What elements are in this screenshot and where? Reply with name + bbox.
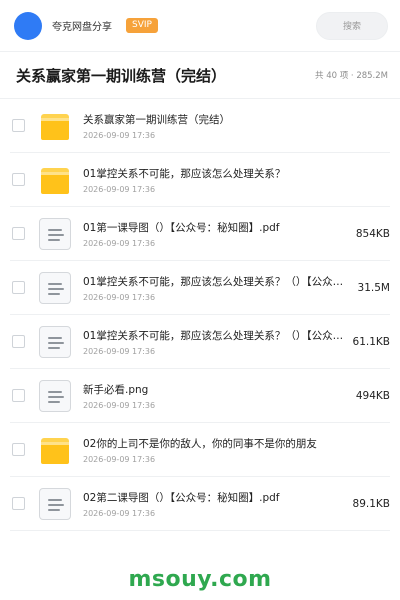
page-title: 关系赢家第一期训练营（完结）	[16, 66, 227, 85]
share-page: 夸克网盘分享 SVIP 搜索 关系赢家第一期训练营（完结） 共 40 项 · 2…	[0, 0, 400, 600]
file-date: 2026-09-09 17:36	[83, 400, 156, 410]
folder-icon	[39, 434, 71, 466]
file-name[interactable]: 新手必看.png	[83, 382, 350, 397]
file-name[interactable]: 01掌控关系不可能，那应该怎么处理关系？（）【公众号：秘知圈】.mp3	[83, 274, 352, 289]
list-item[interactable]: 01第一课导图（）【公众号：秘知圈】.pdf 2026-09-09 17:36 85…	[10, 207, 390, 261]
file-date: 2026-09-09 17:36	[83, 454, 156, 464]
folder-icon	[39, 164, 71, 196]
file-date: 2026-09-09 17:36	[83, 238, 156, 248]
folder-icon	[39, 110, 71, 142]
search-placeholder: 搜索	[342, 22, 361, 32]
top-bar: 夸克网盘分享 SVIP 搜索	[0, 0, 400, 52]
file-name[interactable]: 01掌控关系不可能，那应该怎么处理关系？	[83, 166, 376, 181]
file-list: 关系赢家第一期训练营（完结） 2026-09-09 17:36 01掌控关系不可能，…	[0, 99, 400, 531]
file-date: 2026-09-09 17:36	[83, 508, 156, 518]
folder-summary: 共 40 项 · 285.2M	[315, 71, 388, 81]
file-info: 新手必看.png 2026-09-09 17:36	[83, 382, 350, 410]
file-name[interactable]: 01掌控关系不可能，那应该怎么处理关系？（）【公众号：秘知圈】.txt	[83, 328, 347, 343]
file-info: 02第二课导图（）【公众号：秘知圈】.pdf 2026-09-09 17:36	[83, 490, 347, 518]
row-checkbox[interactable]	[12, 173, 25, 186]
document-icon	[39, 325, 71, 358]
file-date: 2026-09-09 17:36	[83, 292, 156, 302]
file-size: 494KB	[355, 389, 390, 402]
file-size: 61.1KB	[352, 335, 390, 348]
file-info: 01掌控关系不可能，那应该怎么处理关系？（）【公众号：秘知圈】.txt 2026-…	[83, 328, 347, 356]
document-icon	[39, 271, 71, 304]
row-checkbox[interactable]	[12, 443, 25, 456]
document-icon	[39, 487, 71, 520]
file-size: 854KB	[355, 227, 390, 240]
list-item[interactable]: 关系赢家第一期训练营（完结） 2026-09-09 17:36	[10, 99, 390, 153]
file-info: 02你的上司不是你的敌人，你的同事不是你的朋友 2026-09-09 17:36	[83, 436, 390, 464]
file-size: 31.5M	[357, 281, 390, 294]
row-checkbox[interactable]	[12, 335, 25, 348]
site-watermark: msouy.com	[128, 567, 272, 592]
file-info: 关系赢家第一期训练营（完结） 2026-09-09 17:36	[83, 112, 390, 140]
document-icon	[39, 217, 71, 250]
avatar[interactable]	[14, 11, 42, 40]
row-checkbox[interactable]	[12, 389, 25, 402]
row-checkbox[interactable]	[12, 281, 25, 294]
list-item[interactable]: 01掌控关系不可能，那应该怎么处理关系？（）【公众号：秘知圈】.mp3 2026-…	[10, 261, 390, 315]
file-date: 2026-09-09 17:36	[83, 130, 156, 140]
document-icon	[39, 379, 71, 412]
file-info: 01第一课导图（）【公众号：秘知圈】.pdf 2026-09-09 17:36	[83, 220, 350, 248]
folder-header: 关系赢家第一期训练营（完结） 共 40 项 · 285.2M	[0, 52, 400, 99]
user-name: 夸克网盘分享	[52, 22, 112, 33]
file-info: 01掌控关系不可能，那应该怎么处理关系？（）【公众号：秘知圈】.mp3 2026-…	[83, 274, 352, 302]
file-date: 2026-09-09 17:36	[83, 184, 156, 194]
list-item[interactable]: 02第二课导图（）【公众号：秘知圈】.pdf 2026-09-09 17:36 89…	[10, 477, 390, 531]
file-info: 01掌控关系不可能，那应该怎么处理关系？ 2026-09-09 17:36	[83, 166, 390, 194]
footer: msouy.com	[0, 567, 400, 592]
row-checkbox[interactable]	[12, 227, 25, 240]
list-item[interactable]: 新手必看.png 2026-09-09 17:36 494KB	[10, 369, 390, 423]
file-size: 89.1KB	[352, 497, 390, 510]
file-date: 2026-09-09 17:36	[83, 346, 156, 356]
vip-badge: SVIP	[126, 18, 158, 33]
file-name[interactable]: 01第一课导图（）【公众号：秘知圈】.pdf	[83, 220, 350, 235]
search-input[interactable]: 搜索	[316, 11, 388, 40]
list-item[interactable]: 01掌控关系不可能，那应该怎么处理关系？（）【公众号：秘知圈】.txt 2026-…	[10, 315, 390, 369]
file-name[interactable]: 02你的上司不是你的敌人，你的同事不是你的朋友	[83, 436, 376, 451]
row-checkbox[interactable]	[12, 119, 25, 132]
list-item[interactable]: 02你的上司不是你的敌人，你的同事不是你的朋友 2026-09-09 17:36	[10, 423, 390, 477]
file-name[interactable]: 关系赢家第一期训练营（完结）	[83, 112, 376, 127]
row-checkbox[interactable]	[12, 497, 25, 510]
list-item[interactable]: 01掌控关系不可能，那应该怎么处理关系？ 2026-09-09 17:36	[10, 153, 390, 207]
file-name[interactable]: 02第二课导图（）【公众号：秘知圈】.pdf	[83, 490, 347, 505]
